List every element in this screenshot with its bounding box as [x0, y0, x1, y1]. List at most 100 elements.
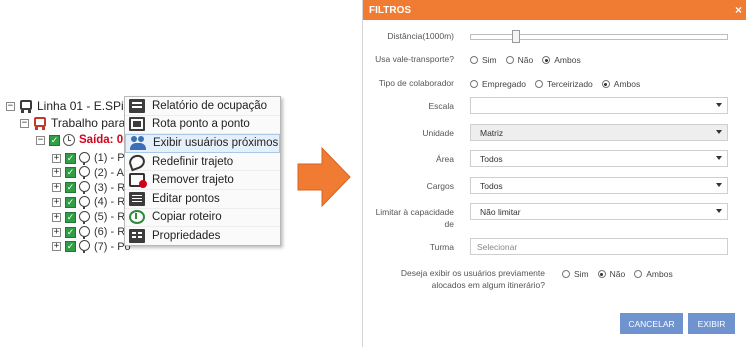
redefine-route-icon: [127, 152, 147, 171]
radio-button[interactable]: [470, 56, 478, 64]
radio-label: Não: [609, 269, 626, 279]
radio-button[interactable]: [470, 80, 478, 88]
expand-toggle[interactable]: +: [52, 183, 61, 193]
radio-nao[interactable]: Não: [597, 269, 626, 279]
turma-select[interactable]: Selecionar: [470, 238, 728, 255]
map-pin-icon: [79, 210, 90, 224]
radio-nao[interactable]: Não: [505, 55, 533, 65]
escala-select[interactable]: [470, 97, 728, 114]
collapse-toggle[interactable]: −: [36, 135, 45, 145]
collapse-toggle[interactable]: −: [6, 101, 15, 111]
clock-icon: [63, 134, 75, 146]
turma-placeholder: Selecionar: [477, 241, 518, 252]
checkbox-checked-icon[interactable]: ✓: [65, 241, 76, 253]
report-icon: [129, 98, 145, 113]
context-menu: Relatório de ocupação Rota ponto a ponto…: [124, 96, 281, 246]
cancel-button[interactable]: CANCELAR: [620, 313, 683, 334]
checkbox-checked-icon[interactable]: ✓: [65, 211, 76, 223]
checkbox-checked-icon[interactable]: ✓: [65, 182, 76, 194]
chevron-down-icon: [716, 209, 722, 213]
radio-button[interactable]: [634, 270, 643, 278]
unidade-select[interactable]: Matriz: [470, 124, 728, 141]
radio-ambos[interactable]: Ambos: [542, 55, 581, 65]
copy-route-icon: [129, 210, 145, 225]
menu-item-propriedades[interactable]: Propriedades: [125, 227, 280, 246]
area-value: Todos: [480, 153, 503, 164]
vale-transporte-label: Usa vale-transporte?: [375, 54, 454, 64]
expand-toggle[interactable]: +: [52, 227, 61, 237]
tree-node-route[interactable]: − Trabalho para c: [20, 115, 135, 131]
map-pin-icon: [79, 181, 90, 195]
collapse-toggle[interactable]: −: [20, 118, 29, 128]
radio-empregado[interactable]: Empregado: [470, 79, 526, 89]
exibir-button[interactable]: EXIBIR: [688, 313, 735, 334]
menu-item-copiar-roteiro[interactable]: Copiar roteiro: [125, 209, 280, 228]
menu-item-redefinir-trajeto[interactable]: Redefinir trajeto: [125, 152, 280, 172]
distance-slider-track[interactable]: [470, 34, 728, 40]
route-icon: [129, 117, 145, 132]
menu-item-label: Editar pontos: [152, 192, 220, 205]
menu-item-remover-trajeto[interactable]: Remover trajeto: [125, 171, 280, 190]
tree-node-point[interactable]: + ✓ (1) - Po: [52, 150, 131, 166]
chevron-down-icon: [716, 183, 722, 187]
menu-item-label: Exibir usuários próximos: [153, 137, 279, 150]
radio-label: Sim: [482, 55, 497, 65]
menu-item-relatorio-ocupacao[interactable]: Relatório de ocupação: [125, 97, 280, 116]
radio-button[interactable]: [534, 80, 543, 88]
map-pin-icon: [79, 240, 90, 254]
close-icon[interactable]: ×: [735, 3, 742, 17]
modal-title: FILTROS: [369, 4, 412, 16]
distance-slider-handle[interactable]: [512, 30, 520, 43]
area-select[interactable]: Todos: [470, 150, 728, 167]
checkbox-checked-icon[interactable]: ✓: [65, 196, 76, 208]
unidade-value: Matriz: [480, 127, 504, 138]
limitar-capacidade-select[interactable]: Não limitar: [470, 203, 728, 220]
radio-terceirizado[interactable]: Terceirizado: [534, 79, 593, 89]
radio-button[interactable]: [562, 270, 570, 278]
prev-label-line-1: Deseja exibir os usuários previamente: [400, 268, 545, 278]
radio-sim[interactable]: Sim: [470, 55, 497, 65]
checkbox-checked-icon[interactable]: ✓: [49, 134, 60, 146]
expand-toggle[interactable]: +: [52, 153, 61, 163]
checkbox-checked-icon[interactable]: ✓: [65, 167, 76, 179]
tree-node-point[interactable]: + ✓ (3) - R.: [52, 180, 128, 196]
checkbox-checked-icon[interactable]: ✓: [65, 226, 76, 238]
cargos-select[interactable]: Todos: [470, 177, 728, 194]
unidade-label: Unidade: [422, 128, 454, 138]
radio-ambos[interactable]: Ambos: [601, 79, 640, 89]
menu-item-editar-pontos[interactable]: Editar pontos: [125, 190, 280, 209]
menu-item-label: Rota ponto a ponto: [152, 118, 250, 131]
tree-node-point[interactable]: + ✓ (7) - Po: [52, 239, 131, 255]
expand-toggle[interactable]: +: [52, 197, 61, 207]
expand-toggle[interactable]: +: [52, 212, 61, 222]
users-icon: [130, 136, 146, 151]
screen: − Linha 01 - E.SPinha − Trabalho para c …: [0, 0, 746, 347]
radio-sim[interactable]: Sim: [562, 269, 589, 279]
menu-item-exibir-usuarios-proximos[interactable]: Exibir usuários próximos: [125, 134, 280, 153]
tree-node-point[interactable]: + ✓ (4) - R.: [52, 194, 128, 210]
radio-label: Empregado: [482, 79, 526, 89]
radio-button-selected[interactable]: [542, 56, 551, 64]
tipo-colaborador-label: Tipo de colaborador: [378, 78, 454, 88]
map-pin-icon: [79, 166, 90, 180]
menu-item-label: Remover trajeto: [152, 174, 234, 187]
previamente-alocados-radio-group: Sim Não Ambos: [562, 269, 682, 279]
expand-toggle[interactable]: +: [52, 168, 61, 178]
radio-ambos[interactable]: Ambos: [634, 269, 673, 279]
checkbox-checked-icon[interactable]: ✓: [65, 152, 76, 164]
tree-node-point[interactable]: + ✓ (2) - Av: [52, 165, 129, 181]
tipo-colaborador-radio-group: Empregado Terceirizado Ambos: [470, 79, 649, 89]
menu-item-rota-ponto-a-ponto[interactable]: Rota ponto a ponto: [125, 116, 280, 135]
radio-button-selected[interactable]: [601, 80, 610, 88]
tree-node-saida[interactable]: − ✓ Saída: 01:: [36, 132, 133, 148]
properties-icon: [129, 229, 145, 244]
chevron-down-icon: [716, 130, 722, 134]
tree-node-point[interactable]: + ✓ (6) - R.: [52, 224, 128, 240]
turma-label: Turma: [429, 242, 454, 252]
expand-toggle[interactable]: +: [52, 242, 61, 252]
prev-label-line-2: alocados em algum itinerário?: [431, 280, 545, 290]
escala-label: Escala: [428, 101, 454, 111]
tree-node-point[interactable]: + ✓ (5) - R.: [52, 209, 128, 225]
radio-button[interactable]: [505, 56, 514, 64]
radio-button-selected[interactable]: [597, 270, 606, 278]
